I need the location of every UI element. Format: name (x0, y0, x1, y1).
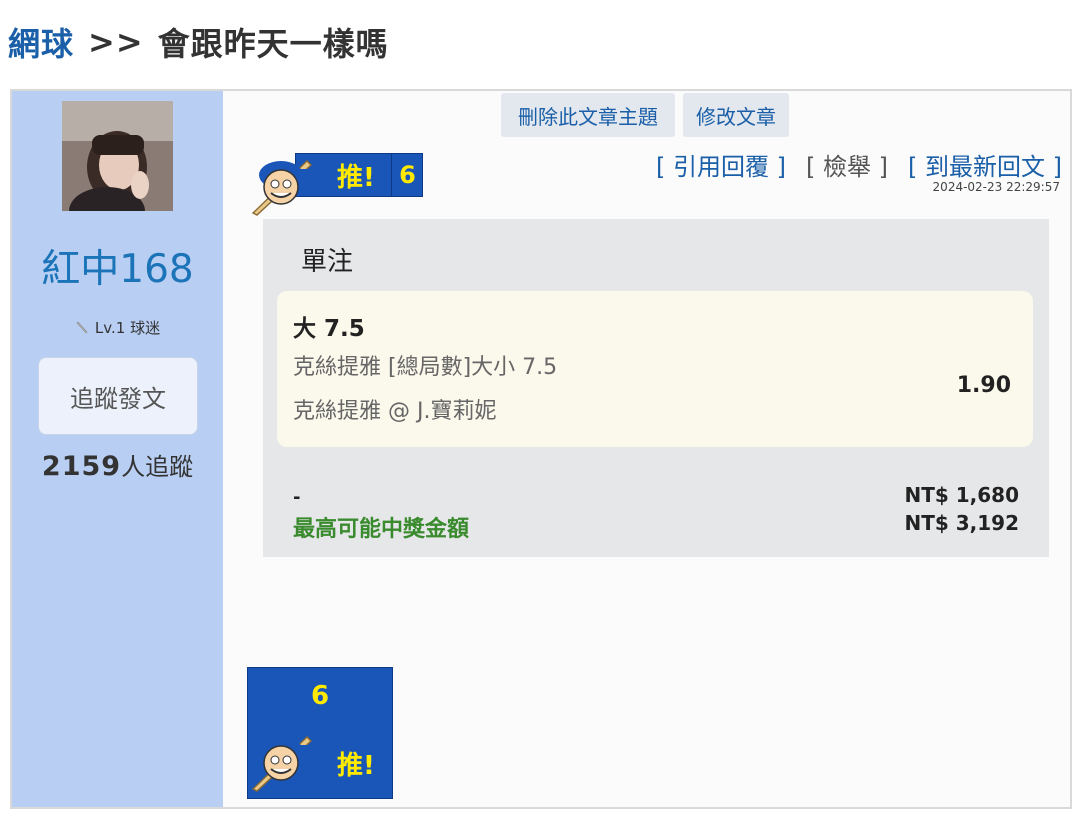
breadcrumb-category[interactable]: 網球 (8, 19, 74, 65)
bet-card: 單注 大 7.5 克絲提雅 [總局數]大小 7.5 克絲提雅 @ J.寶莉妮 1… (263, 219, 1049, 557)
bottom-push-label: 推! (337, 751, 375, 781)
payout-value: NT$ 3,192 (904, 511, 1019, 535)
breadcrumb-separator: >> (88, 23, 144, 61)
stake-label: - (293, 487, 301, 508)
bottom-push-button[interactable]: 6 推! (247, 667, 393, 817)
avatar[interactable] (62, 101, 173, 211)
latest-reply-link[interactable]: [ 到最新回文 ] (908, 147, 1062, 182)
post-timestamp: 2024-02-23 22:29:57 (932, 180, 1060, 194)
author-level: Lv.1 球迷 (12, 317, 223, 338)
push-button[interactable]: 推! 6 (247, 151, 425, 216)
payout-label: 最高可能中獎金額 (293, 517, 470, 542)
push-label: 推! (337, 163, 375, 193)
post-container: 紅中168 Lv.1 球迷 追蹤發文 2159人追蹤 刪除此文章主題 修改文章 (10, 89, 1072, 809)
bet-type: 單注 (301, 247, 354, 277)
pick-market: 克絲提雅 [總局數]大小 7.5 (293, 355, 558, 380)
author-sidebar: 紅中168 Lv.1 球迷 追蹤發文 2159人追蹤 (12, 91, 223, 807)
followers-count: 2159人追蹤 (12, 447, 223, 482)
followers-suffix: 人追蹤 (121, 453, 194, 481)
delete-topic-button[interactable]: 刪除此文章主題 (501, 93, 675, 137)
pick-match: 克絲提雅 @ J.寶莉妮 (293, 399, 497, 424)
post-links: [ 引用回覆 ] [ 檢舉 ] [ 到最新回文 ] (656, 147, 1062, 182)
bet-pick-box: 大 7.5 克絲提雅 [總局數]大小 7.5 克絲提雅 @ J.寶莉妮 1.90 (277, 291, 1033, 447)
mascot-batter-icon (251, 736, 313, 792)
stake-value: NT$ 1,680 (904, 483, 1019, 507)
author-name[interactable]: 紅中168 (12, 238, 223, 294)
pick-odds: 1.90 (956, 373, 1011, 398)
bottom-push-count: 6 (310, 681, 330, 711)
quote-reply-link[interactable]: [ 引用回覆 ] (656, 147, 786, 182)
avatar-photo-icon (62, 101, 173, 211)
report-link[interactable]: [ 檢舉 ] (806, 147, 888, 182)
topic-title: 會跟昨天一樣嗎 (157, 25, 389, 63)
follow-button[interactable]: 追蹤發文 (38, 357, 198, 435)
followers-number: 2159 (41, 451, 122, 482)
push-count: 6 (391, 153, 423, 197)
edit-post-button[interactable]: 修改文章 (683, 93, 789, 137)
author-level-label: Lv.1 球迷 (94, 319, 161, 337)
bat-icon (76, 321, 88, 333)
page-title: 網球 >> 會跟昨天一樣嗎 (8, 20, 389, 64)
pick-title: 大 7.5 (293, 316, 365, 342)
mascot-batter-icon (251, 160, 313, 216)
post-main: 刪除此文章主題 修改文章 推! 6 [ 引用回覆 ] [ 檢舉 ] [ 到最新回… (223, 91, 1070, 807)
